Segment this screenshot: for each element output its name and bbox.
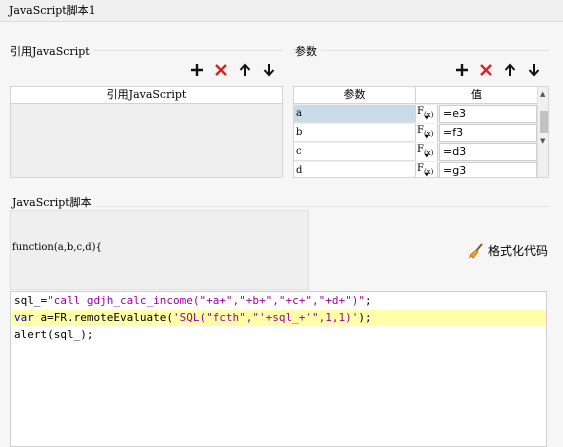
move-down-param-button[interactable]	[526, 62, 542, 78]
params-section-title: 参数	[295, 43, 321, 59]
param-value-field[interactable]: =g3	[439, 162, 537, 177]
formula-button[interactable]: F(x) ▼	[416, 143, 438, 161]
move-up-param-button[interactable]	[502, 62, 518, 78]
ref-js-list-header: 引用JavaScript	[11, 87, 282, 104]
add-param-button[interactable]	[454, 62, 470, 78]
move-up-ref-js-button[interactable]	[237, 62, 253, 78]
param-name-cell[interactable]: b	[294, 124, 416, 142]
script-section-title: JavaScript脚本	[12, 194, 96, 210]
plus-icon	[191, 64, 203, 76]
arrow-down-icon	[263, 64, 275, 77]
dropdown-arrow-icon: ▼	[425, 115, 429, 121]
table-row[interactable]: c F(x) ▼ =d3	[294, 143, 537, 161]
scroll-thumb[interactable]	[540, 111, 548, 133]
params-table: 参数 值 a F(x) ▼ =e3 b F(x) ▼ =f3 c F(x) ▼ =d3…	[293, 86, 549, 178]
plus-icon	[456, 64, 468, 76]
dropdown-arrow-icon: ▼	[425, 134, 429, 140]
param-value-field[interactable]: =e3	[439, 105, 537, 123]
window-title: JavaScript脚本1	[9, 4, 96, 17]
params-toolbar	[454, 62, 542, 78]
section-divider	[293, 50, 549, 51]
table-row[interactable]: b F(x) ▼ =f3	[294, 124, 537, 142]
ref-js-list[interactable]: 引用JavaScript	[10, 86, 283, 178]
param-name-cell[interactable]: d	[294, 162, 416, 177]
table-row[interactable]: d F(x) ▼ =g3	[294, 162, 537, 178]
format-code-button[interactable]: 格式化代码	[468, 242, 548, 259]
scroll-down-icon[interactable]: ▼	[540, 137, 545, 145]
delete-x-icon	[480, 64, 492, 76]
ref-js-section-title: 引用JavaScript	[10, 43, 94, 59]
scroll-up-icon[interactable]: ▲	[540, 90, 545, 98]
param-value-field[interactable]: =f3	[439, 124, 537, 142]
formula-button[interactable]: F(x) ▼	[416, 124, 438, 142]
function-signature: function(a,b,c,d){	[12, 242, 102, 253]
table-row[interactable]: a F(x) ▼ =e3	[294, 105, 537, 123]
delete-ref-js-button[interactable]	[213, 62, 229, 78]
window-titlebar: JavaScript脚本1	[0, 0, 563, 22]
formula-button[interactable]: F(x) ▼	[416, 162, 438, 178]
code-editor[interactable]: sql_="call gdjh_calc_income("+a+","+b+",…	[10, 291, 547, 447]
delete-param-button[interactable]	[478, 62, 494, 78]
code-line-1: sql_="call gdjh_calc_income("+a+","+b+",…	[14, 294, 372, 307]
ref-js-toolbar	[189, 62, 277, 78]
param-name-cell[interactable]: c	[294, 143, 416, 161]
format-code-label: 格式化代码	[488, 244, 549, 258]
arrow-down-icon	[528, 64, 540, 77]
dropdown-arrow-icon: ▼	[425, 153, 429, 159]
add-ref-js-button[interactable]	[189, 62, 205, 78]
broom-icon	[468, 242, 483, 259]
params-scrollbar[interactable]: ▲ ▼	[537, 87, 548, 177]
param-value-field[interactable]: =d3	[439, 143, 537, 161]
move-down-ref-js-button[interactable]	[261, 62, 277, 78]
dropdown-arrow-icon: ▼	[425, 172, 429, 178]
code-line-2: var a=FR.remoteEvaluate('SQL("fcth","'+s…	[14, 311, 372, 324]
arrow-up-icon	[504, 63, 516, 76]
params-table-header: 参数 值	[294, 87, 537, 104]
param-name-cell[interactable]: a	[294, 105, 416, 123]
formula-button[interactable]: F(x) ▼	[416, 105, 438, 123]
param-name-column-header: 参数	[294, 87, 416, 104]
param-value-column-header: 值	[471, 88, 482, 101]
arrow-up-icon	[239, 63, 251, 76]
delete-x-icon	[215, 64, 227, 76]
code-line-3: alert(sql_);	[14, 328, 94, 341]
